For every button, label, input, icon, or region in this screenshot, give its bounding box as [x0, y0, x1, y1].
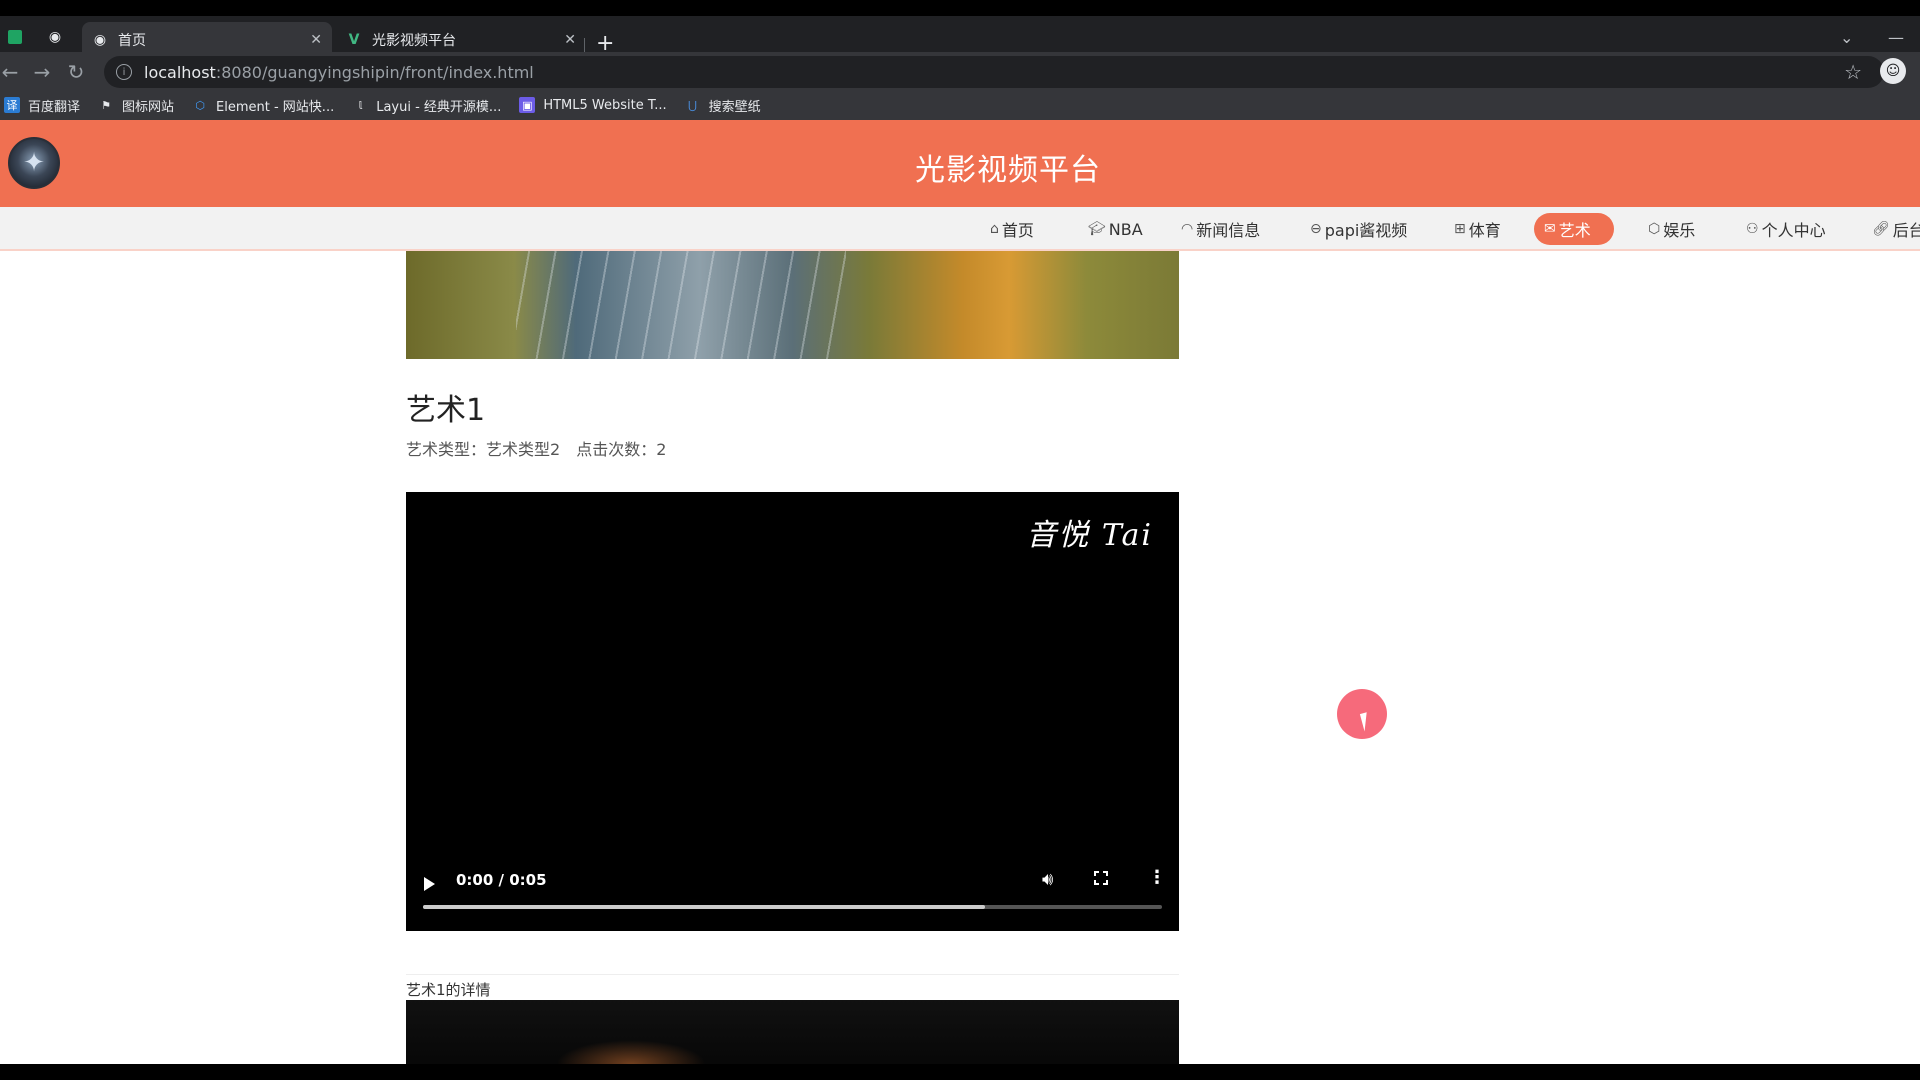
nav-item-entertainment[interactable]: ⬡ 娱乐 [1638, 213, 1705, 245]
nav-item-nba[interactable]: 🎓︎ NBA [1078, 213, 1153, 245]
divider [406, 974, 1179, 975]
bookmark-label: Element - 网站快... [216, 99, 335, 115]
vue-logo-icon: V [348, 32, 360, 48]
video-controls: 0:00 / 0:05 🔊︎ ⋮ [406, 857, 1179, 931]
web-page: ✦ 光影视频平台 ⌂ 首页 🎓︎ NBA ◠ 新闻信息 ⊖ papi酱视频 ⊞ 体育 ✉ 艺… [0, 120, 1920, 1064]
bookmark-html5[interactable]: ▣ HTML5 Website T... [519, 97, 667, 113]
tab-search-chevron-icon[interactable]: ⌄ [1840, 28, 1853, 47]
bookmarks-bar: 译 百度翻译 ⚑ 图标网站 ⬡ Element - 网站快... 𝕝 Layui… [0, 90, 1920, 120]
bookmark-label: 百度翻译 [28, 99, 81, 115]
nav-item-news[interactable]: ◠ 新闻信息 [1171, 213, 1270, 245]
article-title: 艺术1 [406, 393, 486, 428]
nav-label: 后台 [1892, 221, 1920, 240]
art-type-label: 艺术类型： [406, 440, 487, 459]
video-watermark: 音悦 Tai [1026, 518, 1153, 553]
nav-label: 个人中心 [1761, 221, 1826, 240]
bookmark-label: HTML5 Website T... [543, 97, 667, 113]
site-title: 光影视频平台 [915, 153, 1101, 188]
nav-label: 首页 [1001, 221, 1034, 240]
nav-label: 体育 [1468, 221, 1501, 240]
box-icon: ⬡ [1648, 221, 1661, 237]
tab-title: 首页 [118, 33, 146, 49]
media-icon: ⊖ [1310, 221, 1322, 237]
element-icon: ⬡ [195, 98, 205, 112]
nav-item-admin[interactable]: 🔗︎ 后台 [1862, 213, 1920, 245]
bookmark-star-icon[interactable]: ☆ [1844, 60, 1862, 84]
flag-icon: ⚑ [101, 98, 111, 112]
volume-icon[interactable]: 🔊︎ [1042, 869, 1053, 890]
video-time: 0:00 / 0:05 [456, 871, 547, 889]
nav-item-user-center[interactable]: ⚇ 个人中心 [1736, 213, 1836, 245]
bookmark-baidu-translate[interactable]: 译 百度翻译 [4, 96, 80, 115]
close-icon[interactable]: ✕ [310, 32, 322, 48]
url-host: localhost [144, 62, 216, 82]
bookmark-layui[interactable]: 𝕝 Layui - 经典开源模... [352, 96, 501, 115]
nav-label: papi酱视频 [1324, 221, 1408, 240]
video-progress-fill [423, 905, 985, 909]
art-type-value: 艺术类型2 [486, 440, 561, 459]
clicks-label: 点击次数： [576, 440, 657, 459]
window-bottom-edge [0, 1064, 1920, 1080]
mail-icon: ✉ [1544, 221, 1556, 237]
globe-icon: ◉ [93, 32, 107, 48]
fullscreen-icon[interactable] [1093, 870, 1109, 886]
link-icon: 🔗︎ [1872, 221, 1890, 237]
profile-avatar-icon[interactable]: ☺ [1880, 58, 1906, 84]
play-icon[interactable] [424, 877, 435, 891]
info-icon[interactable]: i [116, 64, 132, 80]
article-meta: 艺术类型：艺术类型2 点击次数：2 [406, 436, 666, 460]
nav-item-art[interactable]: ✉ 艺术 [1534, 213, 1614, 245]
user-icon: ⚇ [1746, 221, 1759, 237]
bookmark-wallpaper[interactable]: ⋃ 搜索壁纸 [685, 96, 761, 115]
nav-label: 艺术 [1558, 221, 1591, 240]
message-icon: ◠ [1181, 221, 1194, 237]
detail-image [406, 1000, 1179, 1064]
layui-icon: 𝕝 [358, 98, 363, 112]
video-player[interactable]: 音悦 Tai 0:00 / 0:05 🔊︎ ⋮ [406, 492, 1179, 931]
tab-title: 光影视频平台 [372, 33, 456, 49]
nav-label: NBA [1108, 219, 1143, 239]
banner-texture [516, 251, 846, 359]
address-bar[interactable]: i localhost:8080/guangyingshipin/front/i… [104, 56, 1884, 88]
minimize-icon[interactable]: — [1888, 28, 1904, 47]
bookmark-icon-site[interactable]: ⚑ 图标网站 [98, 96, 174, 115]
bookmark-label: 搜索壁纸 [708, 99, 761, 115]
close-icon[interactable]: ✕ [564, 32, 576, 48]
reload-icon[interactable]: ↻ [62, 58, 90, 86]
bookmark-label: Layui - 经典开源模... [376, 99, 502, 115]
browser-toolbar: ← → ↻ i localhost:8080/guangyingshipin/f… [0, 52, 1920, 92]
nav-label: 娱乐 [1663, 221, 1696, 240]
bookmark-element[interactable]: ⬡ Element - 网站快... [192, 96, 334, 115]
article-banner-image [406, 251, 1179, 359]
detail-heading: 艺术1的详情 [406, 981, 491, 999]
grid-icon: ⊞ [1454, 221, 1466, 237]
clicks-value: 2 [656, 440, 667, 459]
video-progress-bar[interactable] [423, 905, 1162, 909]
nav-item-sports[interactable]: ⊞ 体育 [1444, 213, 1511, 245]
detail-image-glow [556, 1040, 706, 1064]
window-top-edge [0, 0, 1920, 16]
nav-item-home[interactable]: ⌂ 首页 [980, 213, 1044, 245]
back-arrow-icon[interactable]: ← [0, 58, 24, 86]
wallpaper-icon: ⋃ [688, 98, 698, 112]
main-nav: ⌂ 首页 🎓︎ NBA ◠ 新闻信息 ⊖ papi酱视频 ⊞ 体育 ✉ 艺术 ⬡ 娱乐 ⚇ 个人… [0, 207, 1920, 251]
nav-label: 新闻信息 [1196, 221, 1261, 240]
nav-item-papi-video[interactable]: ⊖ papi酱视频 [1300, 213, 1417, 245]
html5-icon: ▣ [519, 97, 536, 113]
pinned-tab-globe-icon[interactable]: ◉ [44, 26, 66, 48]
bookmark-label: 图标网站 [122, 99, 175, 115]
translate-icon: 译 [4, 97, 20, 113]
more-options-icon[interactable]: ⋮ [1148, 867, 1166, 888]
pinned-tab-sheets-icon[interactable] [4, 26, 26, 48]
site-header: ✦ 光影视频平台 [0, 120, 1920, 207]
url-path: :8080/guangyingshipin/front/index.html [215, 62, 534, 82]
forward-arrow-icon[interactable]: → [28, 58, 56, 86]
graduation-cap-icon: 🎓︎ [1088, 221, 1106, 237]
home-icon: ⌂ [990, 221, 999, 237]
